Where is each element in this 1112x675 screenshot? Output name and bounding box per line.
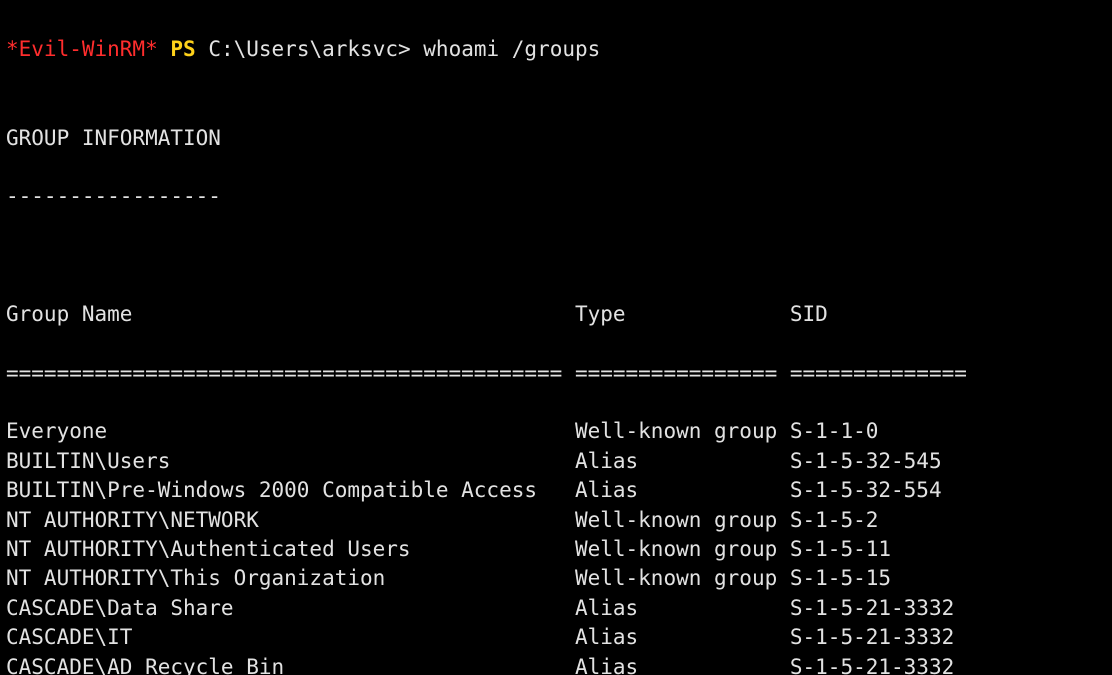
table-row: CASCADE\IT Alias S-1-5-21-3332	[6, 623, 1106, 652]
group-rows: Everyone Well-known group S-1-1-0BUILTIN…	[6, 417, 1106, 675]
table-row: CASCADE\AD Recycle Bin Alias S-1-5-21-33…	[6, 653, 1106, 675]
column-rules: ========================================…	[6, 359, 1106, 388]
blank-line-2	[6, 241, 1106, 270]
table-row: BUILTIN\Pre-Windows 2000 Compatible Acce…	[6, 476, 1106, 505]
section-title: GROUP INFORMATION	[6, 124, 1106, 153]
table-row: NT AUTHORITY\This Organization Well-know…	[6, 564, 1106, 593]
table-row: Everyone Well-known group S-1-1-0	[6, 417, 1106, 446]
table-row: NT AUTHORITY\Authenticated Users Well-kn…	[6, 535, 1106, 564]
table-row: NT AUTHORITY\NETWORK Well-known group S-…	[6, 506, 1106, 535]
table-row: BUILTIN\Users Alias S-1-5-32-545	[6, 447, 1106, 476]
table-row: CASCADE\Data Share Alias S-1-5-21-3332	[6, 594, 1106, 623]
prompt-path: C:\Users\arksvc>	[208, 37, 410, 61]
prompt-evil: *Evil-WinRM*	[6, 37, 158, 61]
blank-line-1	[6, 65, 1106, 94]
section-dashes: -----------------	[6, 182, 1106, 211]
command-text: whoami /groups	[423, 37, 600, 61]
column-headers: Group Name Type SID	[6, 300, 1106, 329]
prompt-ps: PS	[170, 37, 195, 61]
terminal-output[interactable]: *Evil-WinRM* PS C:\Users\arksvc> whoami …	[0, 0, 1112, 675]
